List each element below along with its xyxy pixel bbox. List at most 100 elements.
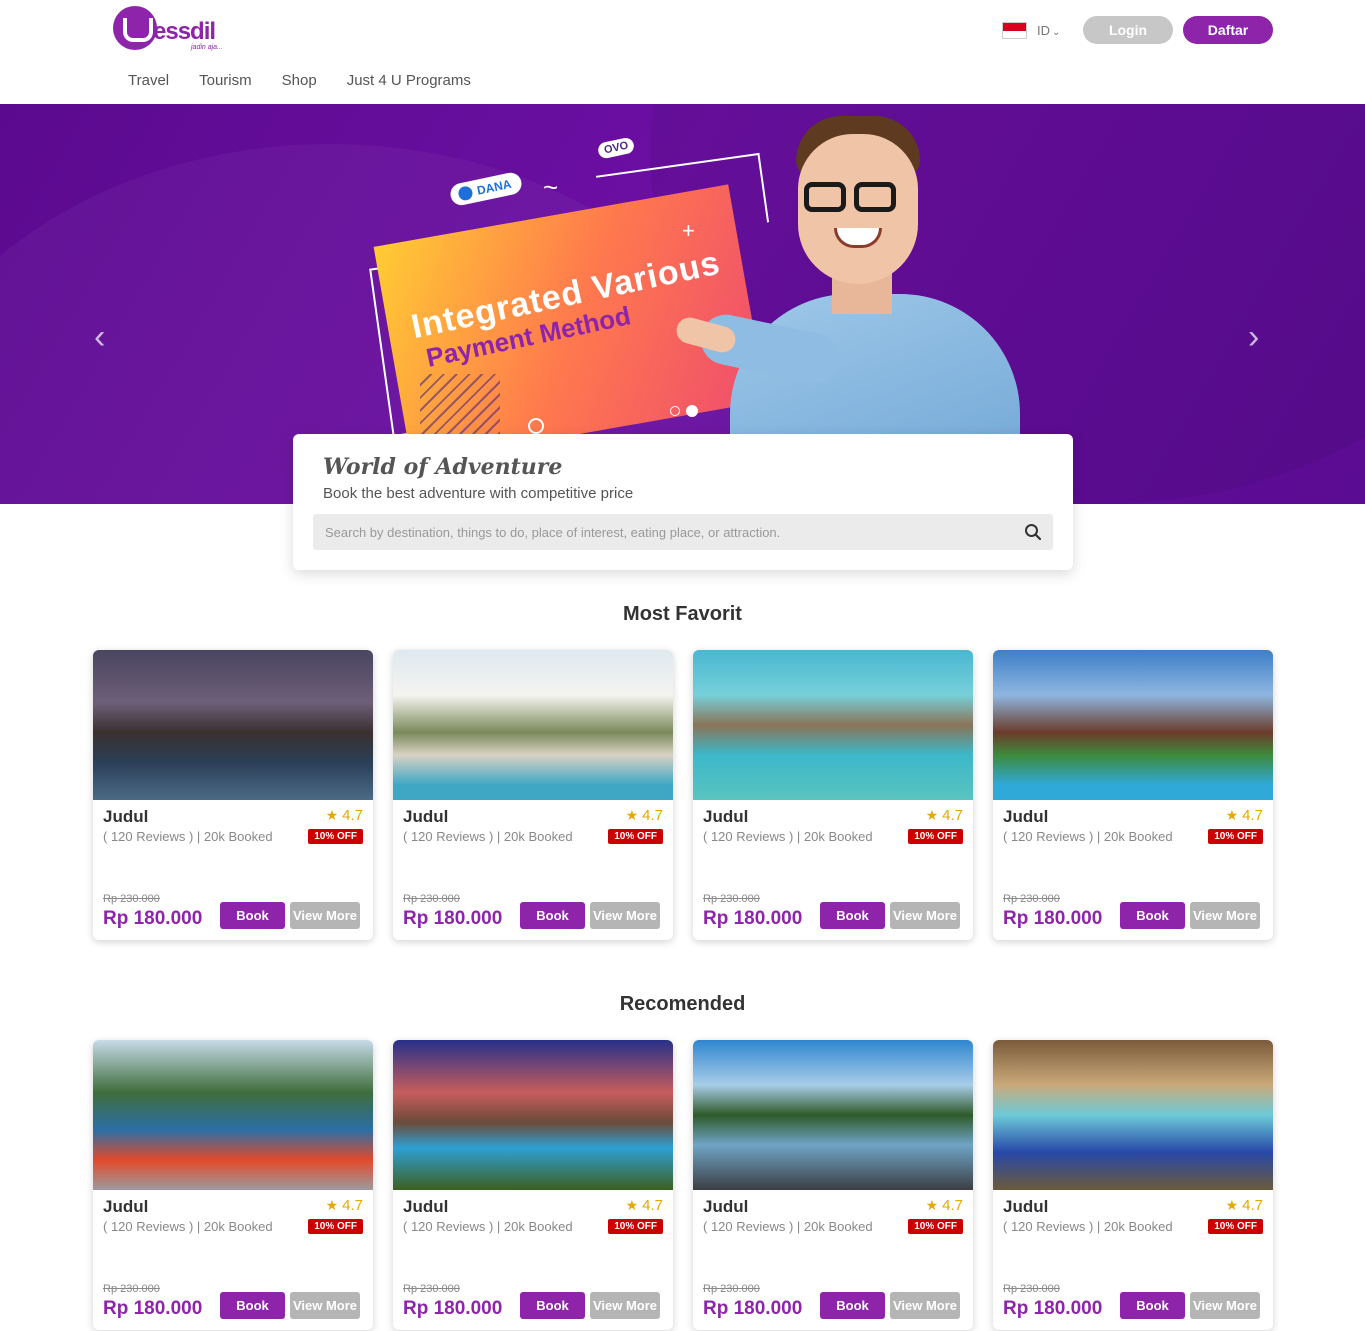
nav-tourism[interactable]: Tourism bbox=[199, 72, 252, 89]
listing-title[interactable]: Judul bbox=[403, 807, 448, 827]
carousel-dot[interactable] bbox=[670, 406, 680, 416]
listing-meta: ( 120 Reviews ) | 20k Booked bbox=[703, 1219, 873, 1234]
listing-rating: ★ 4.7 bbox=[926, 807, 963, 824]
star-icon: ★ bbox=[925, 1197, 939, 1213]
listing-card[interactable]: Judul ★ 4.7 ( 120 Reviews ) | 20k Booked… bbox=[693, 650, 973, 940]
listing-meta: ( 120 Reviews ) | 20k Booked bbox=[103, 829, 273, 844]
discount-badge: 10% OFF bbox=[1208, 829, 1263, 844]
view-more-button[interactable]: View More bbox=[590, 902, 660, 929]
search-input[interactable] bbox=[313, 514, 1013, 550]
nav-travel[interactable]: Travel bbox=[128, 72, 169, 89]
old-price: Rp 230.000 bbox=[1003, 1283, 1060, 1295]
book-button[interactable]: Book bbox=[520, 1292, 585, 1319]
star-icon: ★ bbox=[325, 1197, 339, 1213]
discount-badge: 10% OFF bbox=[608, 1219, 663, 1234]
listing-title[interactable]: Judul bbox=[403, 1197, 448, 1217]
most-favorit-cards: Judul ★ 4.7 ( 120 Reviews ) | 20k Booked… bbox=[93, 650, 1273, 940]
book-button[interactable]: Book bbox=[520, 902, 585, 929]
discount-badge: 10% OFF bbox=[608, 829, 663, 844]
language-selector[interactable]: ID ⌄ bbox=[1002, 22, 1060, 39]
search-title: World of Adventure bbox=[323, 454, 563, 480]
listing-image[interactable] bbox=[393, 1040, 673, 1190]
rating-value: 4.7 bbox=[342, 807, 363, 824]
book-button[interactable]: Book bbox=[820, 1292, 885, 1319]
star-icon: ★ bbox=[1225, 807, 1239, 823]
listing-card[interactable]: Judul ★ 4.7 ( 120 Reviews ) | 20k Booked… bbox=[393, 1040, 673, 1330]
login-button[interactable]: Login bbox=[1083, 16, 1173, 44]
listing-image[interactable] bbox=[93, 650, 373, 800]
book-button[interactable]: Book bbox=[220, 1292, 285, 1319]
daftar-button[interactable]: Daftar bbox=[1183, 16, 1273, 44]
listing-card[interactable]: Judul ★ 4.7 ( 120 Reviews ) | 20k Booked… bbox=[993, 1040, 1273, 1330]
listing-card[interactable]: Judul ★ 4.7 ( 120 Reviews ) | 20k Booked… bbox=[93, 650, 373, 940]
listing-meta: ( 120 Reviews ) | 20k Booked bbox=[403, 829, 573, 844]
star-icon: ★ bbox=[625, 1197, 639, 1213]
rating-value: 4.7 bbox=[642, 1197, 663, 1214]
old-price: Rp 230.000 bbox=[103, 1283, 160, 1295]
section-title-recomended: Recomended bbox=[619, 993, 746, 1015]
book-button[interactable]: Book bbox=[820, 902, 885, 929]
listing-image[interactable] bbox=[693, 1040, 973, 1190]
listing-title[interactable]: Judul bbox=[1003, 807, 1048, 827]
view-more-button[interactable]: View More bbox=[890, 902, 960, 929]
ovo-badge: OVO bbox=[596, 136, 636, 160]
old-price: Rp 230.000 bbox=[1003, 893, 1060, 905]
old-price: Rp 230.000 bbox=[703, 1283, 760, 1295]
rating-value: 4.7 bbox=[942, 807, 963, 824]
language-code: ID ⌄ bbox=[1037, 23, 1061, 38]
listing-card[interactable]: Judul ★ 4.7 ( 120 Reviews ) | 20k Booked… bbox=[393, 650, 673, 940]
listing-image[interactable] bbox=[993, 650, 1273, 800]
listing-title[interactable]: Judul bbox=[103, 1197, 148, 1217]
star-icon: ★ bbox=[1225, 1197, 1239, 1213]
listing-card[interactable]: Judul ★ 4.7 ( 120 Reviews ) | 20k Booked… bbox=[693, 1040, 973, 1330]
book-button[interactable]: Book bbox=[1120, 1292, 1185, 1319]
listing-title[interactable]: Judul bbox=[703, 807, 748, 827]
book-button[interactable]: Book bbox=[220, 902, 285, 929]
logo-tagline: jadin aja... bbox=[191, 44, 223, 51]
listing-meta: ( 120 Reviews ) | 20k Booked bbox=[403, 1219, 573, 1234]
section-title-most-favorit: Most Favorit bbox=[623, 603, 742, 625]
search-icon[interactable] bbox=[1023, 522, 1043, 542]
listing-image[interactable] bbox=[693, 650, 973, 800]
ring-icon bbox=[528, 418, 544, 434]
price: Rp 180.000 bbox=[1003, 1298, 1103, 1319]
chevron-down-icon: ⌄ bbox=[1052, 27, 1061, 38]
listing-card[interactable]: Judul ★ 4.7 ( 120 Reviews ) | 20k Booked… bbox=[93, 1040, 373, 1330]
listing-image[interactable] bbox=[93, 1040, 373, 1190]
carousel-prev-arrow-icon[interactable]: ‹ bbox=[94, 318, 105, 357]
listing-image[interactable] bbox=[393, 650, 673, 800]
old-price: Rp 230.000 bbox=[403, 1283, 460, 1295]
nav-just4u[interactable]: Just 4 U Programs bbox=[347, 72, 471, 89]
star-icon: ★ bbox=[325, 807, 339, 823]
carousel-indicators bbox=[670, 405, 698, 417]
listing-title[interactable]: Judul bbox=[703, 1197, 748, 1217]
listing-rating: ★ 4.7 bbox=[1226, 1197, 1263, 1214]
book-button[interactable]: Book bbox=[1120, 902, 1185, 929]
listing-title[interactable]: Judul bbox=[103, 807, 148, 827]
listing-card[interactable]: Judul ★ 4.7 ( 120 Reviews ) | 20k Booked… bbox=[993, 650, 1273, 940]
listing-rating: ★ 4.7 bbox=[1226, 807, 1263, 824]
logo-text: essdil bbox=[153, 18, 216, 45]
view-more-button[interactable]: View More bbox=[890, 1292, 960, 1319]
listing-title[interactable]: Judul bbox=[1003, 1197, 1048, 1217]
main-nav: Travel Tourism Shop Just 4 U Programs bbox=[128, 72, 471, 89]
star-icon: ★ bbox=[625, 807, 639, 823]
listing-image[interactable] bbox=[993, 1040, 1273, 1190]
old-price: Rp 230.000 bbox=[703, 893, 760, 905]
listing-rating: ★ 4.7 bbox=[626, 1197, 663, 1214]
carousel-dot-active[interactable] bbox=[686, 405, 698, 417]
discount-badge: 10% OFF bbox=[308, 829, 363, 844]
view-more-button[interactable]: View More bbox=[590, 1292, 660, 1319]
view-more-button[interactable]: View More bbox=[1190, 902, 1260, 929]
logo[interactable]: essdil jadin aja... bbox=[113, 6, 233, 54]
listing-meta: ( 120 Reviews ) | 20k Booked bbox=[1003, 829, 1173, 844]
rating-value: 4.7 bbox=[342, 1197, 363, 1214]
discount-badge: 10% OFF bbox=[1208, 1219, 1263, 1234]
search-box bbox=[313, 514, 1053, 550]
view-more-button[interactable]: View More bbox=[1190, 1292, 1260, 1319]
nav-shop[interactable]: Shop bbox=[282, 72, 317, 89]
view-more-button[interactable]: View More bbox=[290, 902, 360, 929]
carousel-next-arrow-icon[interactable]: › bbox=[1248, 318, 1259, 357]
view-more-button[interactable]: View More bbox=[290, 1292, 360, 1319]
price: Rp 180.000 bbox=[103, 908, 203, 929]
